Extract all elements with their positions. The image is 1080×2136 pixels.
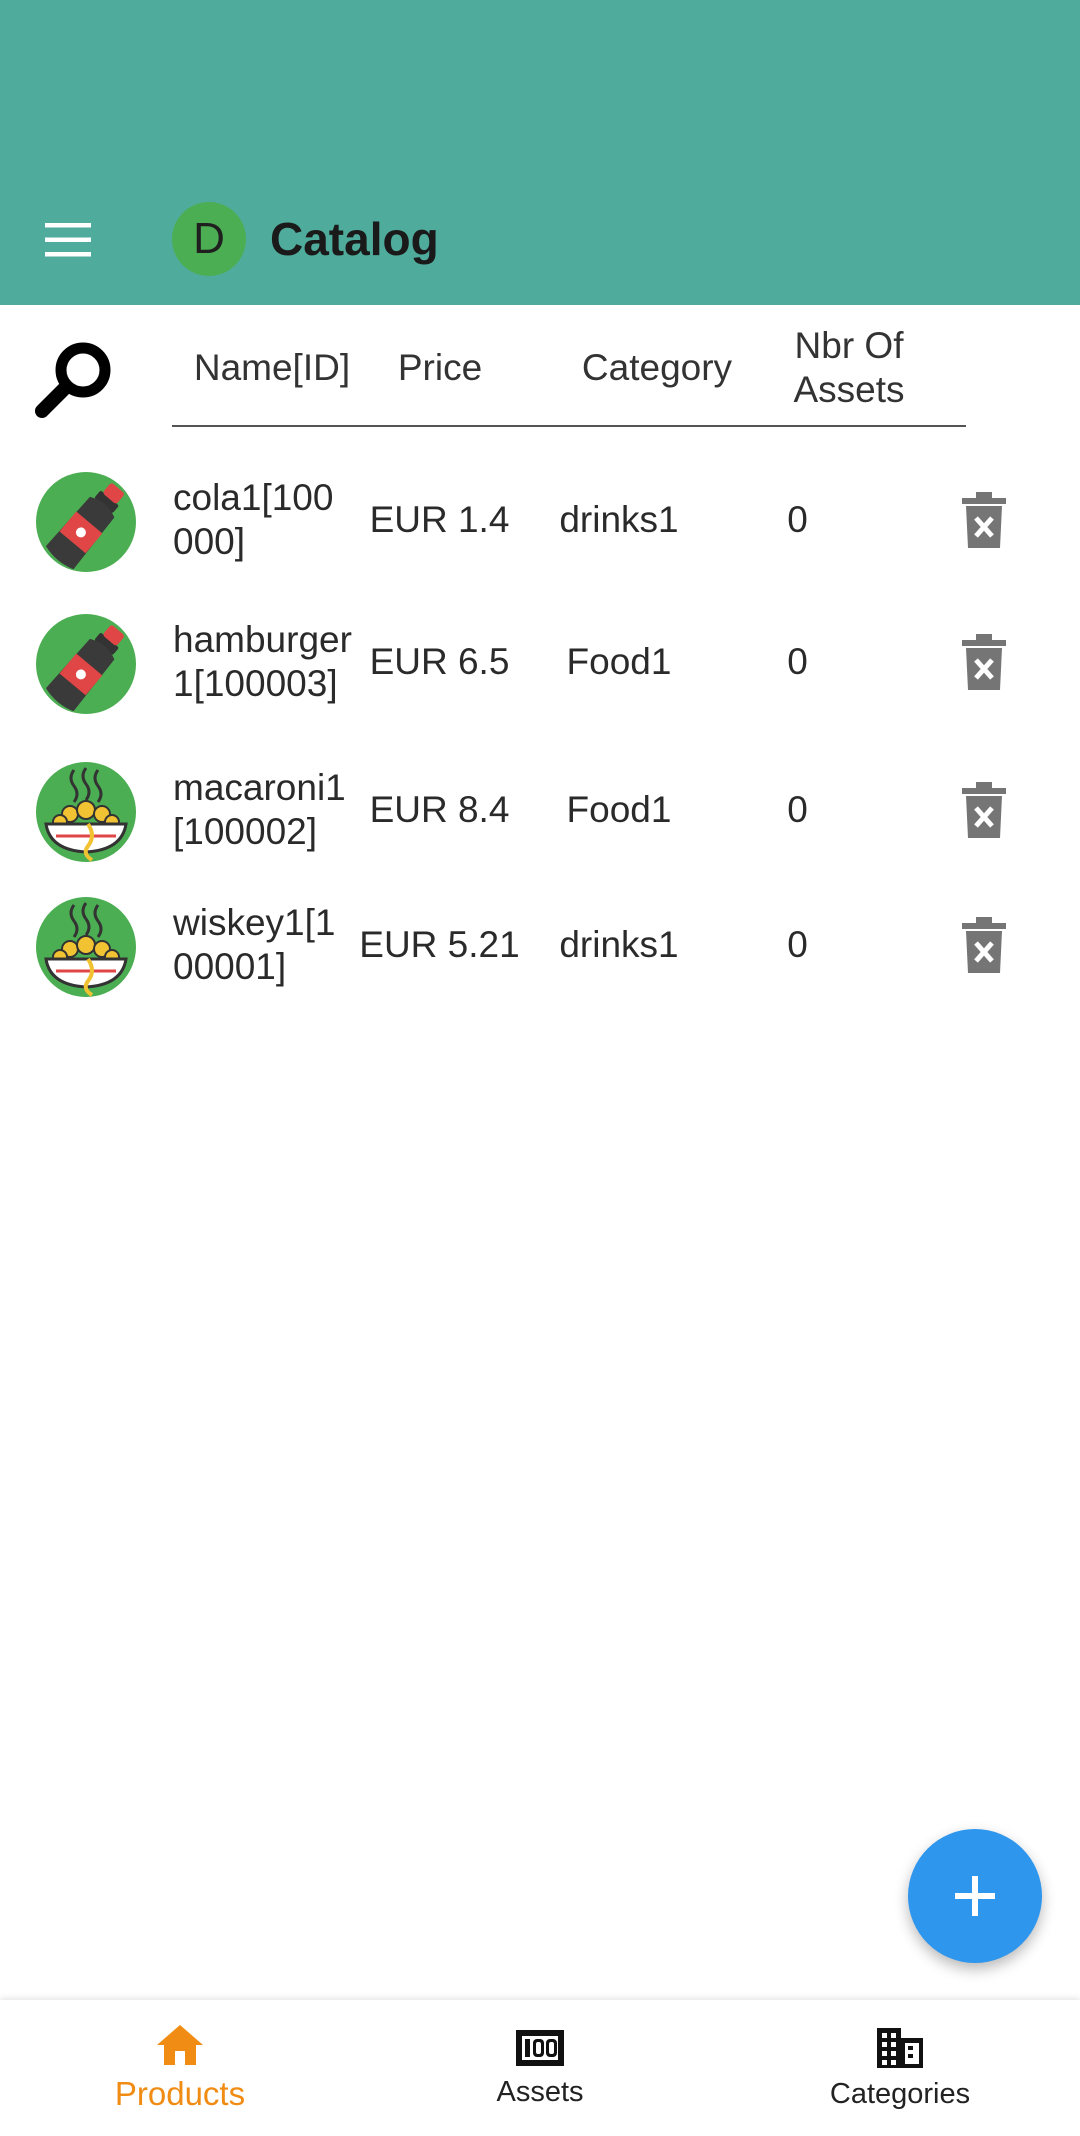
product-name: macaroni1[100002] [173, 767, 346, 852]
bottom-navigation: Products Assets Categories [0, 2000, 1080, 2136]
product-category: Food1 [566, 789, 672, 830]
product-category: drinks1 [559, 924, 679, 965]
noodles-bowl-icon [36, 762, 136, 862]
nav-products-label: Products [114, 2075, 246, 2112]
product-category: Food1 [566, 641, 672, 682]
table-row[interactable]: hamburger1[100003] EUR 6.5 Food1 0 [0, 592, 1080, 732]
table-row[interactable]: cola1[100000] EUR 1.4 drinks1 0 [0, 450, 1080, 590]
search-button[interactable] [30, 335, 120, 425]
menu-button[interactable] [36, 208, 100, 272]
product-name: cola1[100000] [173, 477, 334, 562]
header-name[interactable]: Name[ID] [172, 310, 372, 425]
nav-categories-label: Categories [829, 2077, 971, 2110]
product-price: EUR 6.5 [369, 641, 510, 682]
nav-categories[interactable]: Categories [720, 2000, 1080, 2136]
delete-icon[interactable] [960, 782, 1008, 838]
money-icon [516, 2029, 564, 2066]
search-icon [35, 342, 111, 418]
building-icon [877, 2027, 923, 2068]
add-product-button[interactable] [908, 1829, 1042, 1963]
product-price: EUR 8.4 [369, 789, 510, 830]
plus-icon [955, 1876, 995, 1916]
cola-bottle-icon [36, 614, 136, 714]
cola-bottle-icon [36, 472, 136, 572]
product-price: EUR 1.4 [369, 499, 510, 540]
nav-assets-label: Assets [496, 2075, 584, 2108]
table-header: Name[ID] Price Category Nbr Of Assets [172, 310, 966, 427]
nav-products[interactable]: Products [0, 2000, 360, 2136]
menu-icon [45, 223, 91, 257]
table-row[interactable]: wiskey1[100001] EUR 5.21 drinks1 0 [0, 875, 1080, 1015]
header-category[interactable]: Category [572, 310, 742, 425]
home-icon [157, 2025, 203, 2065]
delete-icon[interactable] [960, 917, 1008, 973]
page-title: Catalog [270, 213, 439, 265]
delete-icon[interactable] [960, 492, 1008, 548]
noodles-bowl-icon [36, 897, 136, 997]
table-row[interactable]: macaroni1[100002] EUR 8.4 Food1 0 [0, 740, 1080, 880]
product-category: drinks1 [559, 499, 679, 540]
product-assets-count: 0 [787, 924, 808, 965]
product-assets-count: 0 [787, 641, 808, 682]
header-price[interactable]: Price [380, 310, 500, 425]
product-assets-count: 0 [787, 499, 808, 540]
nav-assets[interactable]: Assets [360, 2000, 720, 2136]
delete-icon[interactable] [960, 634, 1008, 690]
header-assets[interactable]: Nbr Of Assets [784, 310, 914, 425]
avatar[interactable]: D [172, 202, 246, 276]
product-price: EUR 5.21 [359, 924, 520, 965]
product-name: hamburger1[100003] [173, 619, 352, 704]
product-name: wiskey1[100001] [173, 902, 336, 987]
app-bar: D Catalog [0, 0, 1080, 305]
product-assets-count: 0 [787, 789, 808, 830]
